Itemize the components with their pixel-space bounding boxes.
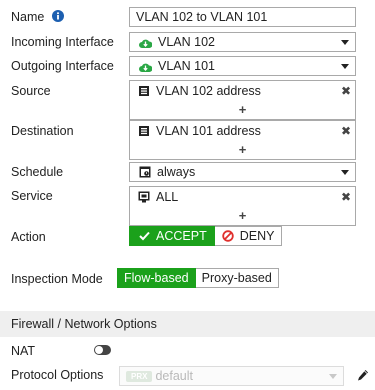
- service-entry: ALL: [138, 189, 178, 205]
- nat-toggle[interactable]: [94, 345, 111, 355]
- schedule-select[interactable]: always: [129, 162, 356, 182]
- source-field[interactable]: VLAN 102 address ✖ +: [129, 80, 356, 120]
- address-icon: [138, 85, 150, 101]
- source-entry: VLAN 102 address: [138, 83, 261, 99]
- remove-source-icon[interactable]: ✖: [341, 83, 351, 99]
- edit-pencil-icon[interactable]: [357, 369, 369, 385]
- chevron-down-icon: [341, 170, 349, 175]
- protocol-options-label: Protocol Options: [11, 368, 104, 382]
- destination-label: Destination: [11, 124, 74, 138]
- add-source-button[interactable]: +: [130, 102, 355, 118]
- remove-service-icon[interactable]: ✖: [341, 189, 351, 205]
- accept-button[interactable]: ACCEPT: [129, 226, 215, 246]
- cloud-icon: [139, 35, 153, 53]
- prx-badge: PRX: [126, 371, 153, 382]
- inspection-mode-label: Inspection Mode: [11, 272, 103, 286]
- schedule-label: Schedule: [11, 165, 64, 179]
- outgoing-interface-select[interactable]: VLAN 101: [129, 56, 356, 76]
- destination-value: VLAN 101 address: [156, 124, 261, 138]
- flow-based-button[interactable]: Flow-based: [117, 268, 196, 288]
- proxy-based-button[interactable]: Proxy-based: [195, 268, 279, 288]
- address-icon: [138, 125, 150, 141]
- destination-entry: VLAN 101 address: [138, 123, 261, 139]
- chevron-down-icon: [329, 374, 337, 379]
- source-label: Source: [11, 84, 51, 98]
- protocol-options-value: default: [155, 369, 193, 383]
- incoming-interface-value: VLAN 102: [158, 35, 215, 49]
- action-toggle-group: ACCEPT DENY: [129, 226, 283, 247]
- source-value: VLAN 102 address: [156, 84, 261, 98]
- name-label: Name: [11, 10, 64, 25]
- name-input-value: VLAN 102 to VLAN 101: [136, 10, 268, 24]
- deny-icon: [222, 229, 234, 247]
- add-destination-button[interactable]: +: [130, 142, 355, 158]
- firewall-network-options-header: Firewall / Network Options: [0, 311, 375, 337]
- chevron-down-icon: [341, 64, 349, 69]
- protocol-options-select[interactable]: PRX default: [119, 366, 344, 386]
- service-value: ALL: [156, 190, 179, 204]
- service-field[interactable]: ALL ✖ +: [129, 186, 356, 226]
- chevron-down-icon: [341, 40, 349, 45]
- schedule-icon: [139, 165, 151, 183]
- service-label: Service: [11, 189, 53, 203]
- schedule-value: always: [157, 165, 196, 179]
- incoming-interface-select[interactable]: VLAN 102: [129, 32, 356, 52]
- outgoing-interface-value: VLAN 101: [158, 59, 215, 73]
- deny-button[interactable]: DENY: [214, 226, 283, 247]
- remove-destination-icon[interactable]: ✖: [341, 123, 351, 139]
- destination-field[interactable]: VLAN 101 address ✖ +: [129, 120, 356, 160]
- name-input[interactable]: VLAN 102 to VLAN 101: [129, 7, 356, 27]
- check-icon: [139, 228, 150, 246]
- action-label: Action: [11, 230, 46, 244]
- info-icon[interactable]: [51, 10, 64, 25]
- nat-label: NAT: [11, 344, 36, 358]
- add-service-button[interactable]: +: [130, 208, 355, 224]
- outgoing-interface-label: Outgoing Interface: [11, 59, 114, 73]
- cloud-icon: [139, 59, 153, 77]
- service-icon: [138, 191, 150, 207]
- incoming-interface-label: Incoming Interface: [11, 35, 114, 49]
- inspection-mode-toggle-group: Flow-based Proxy-based: [117, 268, 279, 288]
